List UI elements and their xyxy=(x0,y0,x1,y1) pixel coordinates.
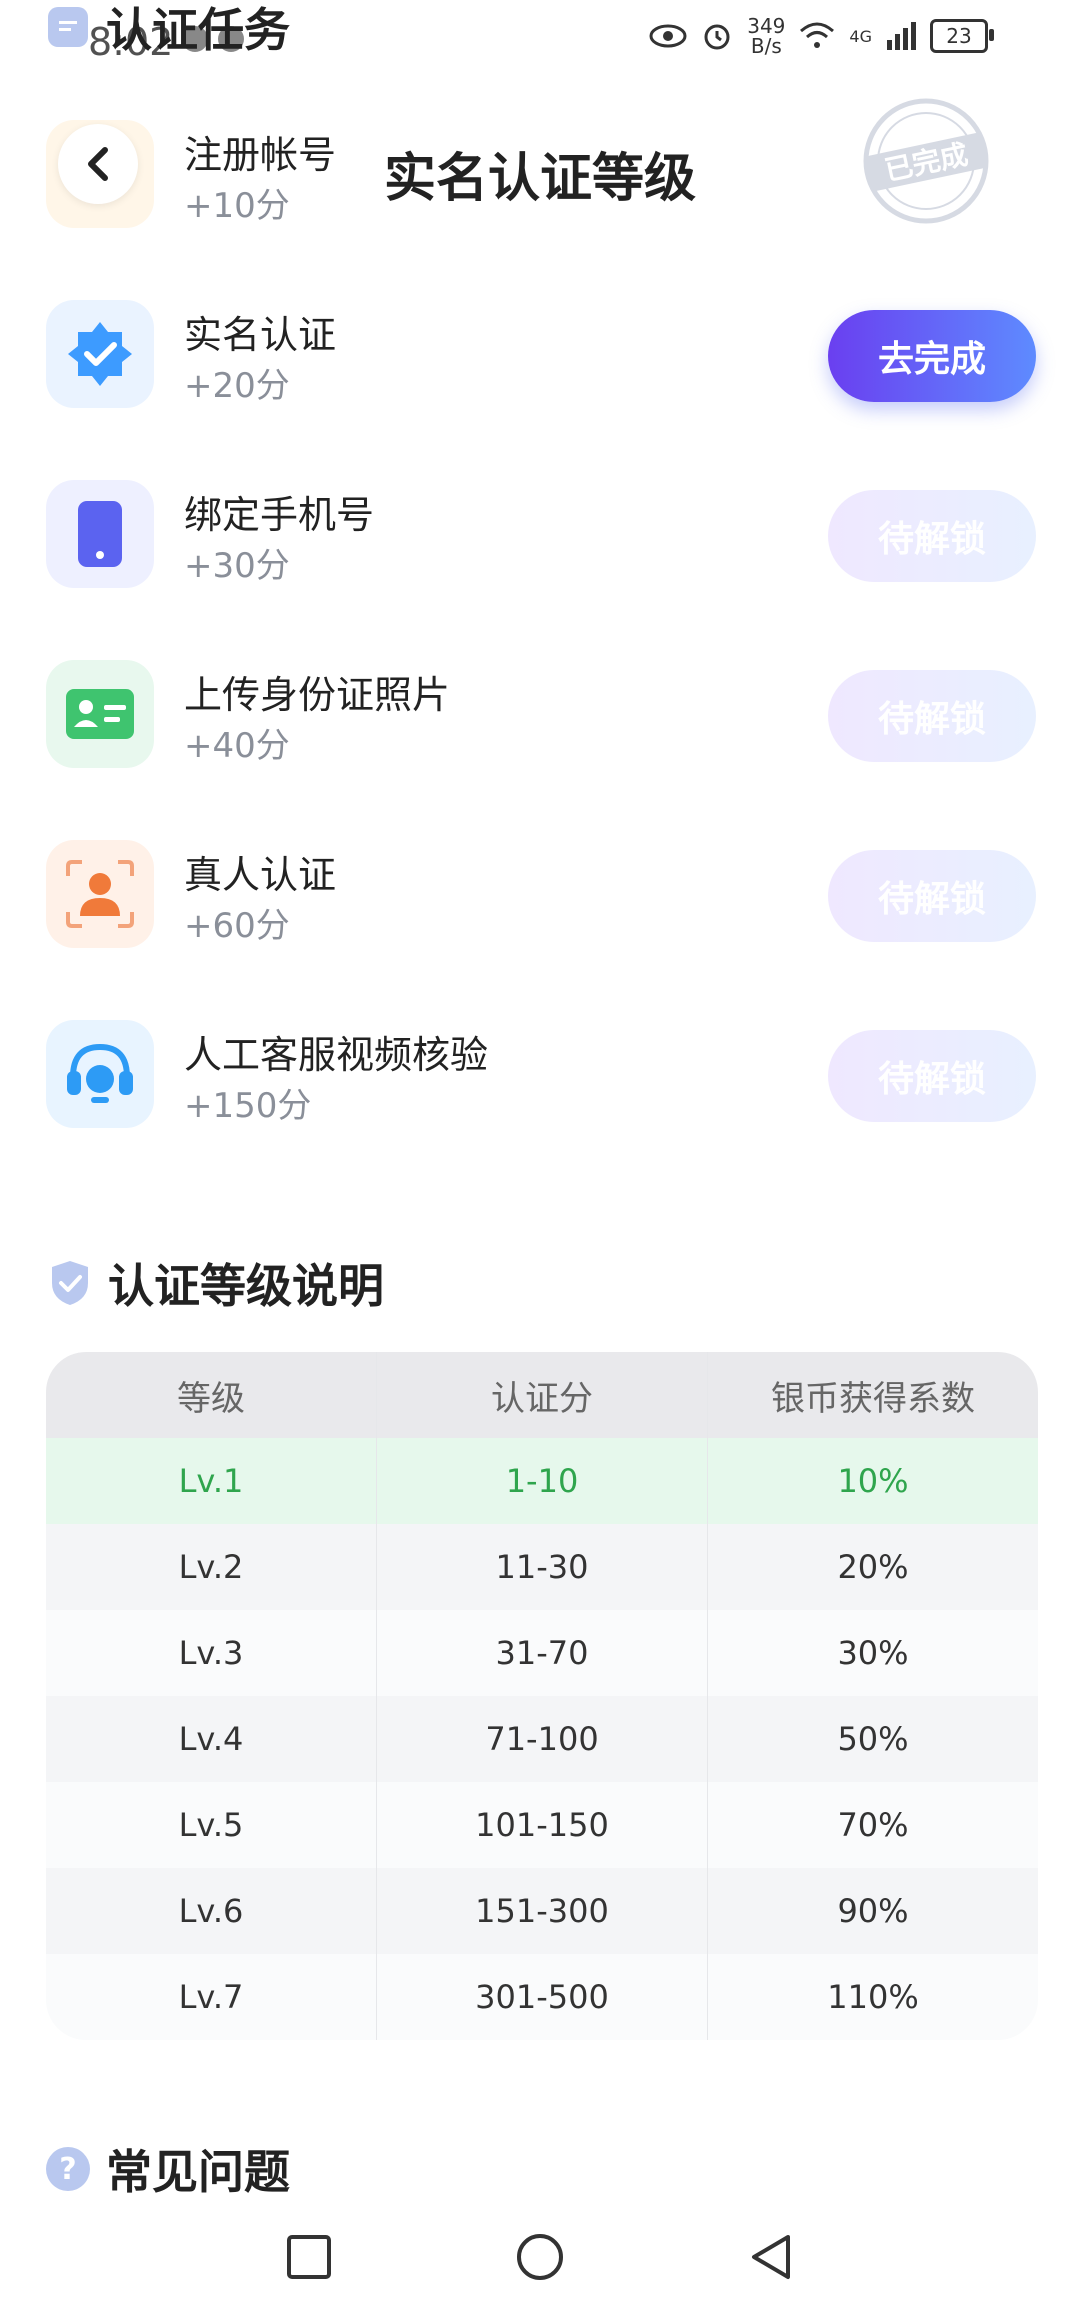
task-name: 注册帐号 xyxy=(184,133,337,177)
table-cell: 101-150 xyxy=(377,1782,708,1868)
task-row-bind-phone: 绑定手机号 +30分 待解锁 xyxy=(0,470,1080,650)
id-card-icon xyxy=(46,660,154,768)
network-type: 4G xyxy=(849,26,872,46)
face-scan-icon xyxy=(46,840,154,948)
table-row: Lv.5 101-150 70% xyxy=(46,1782,1038,1868)
task-row-face-verify: 真人认证 +60分 待解锁 xyxy=(0,830,1080,1010)
navigation-bar xyxy=(0,2200,1080,2312)
phone-icon xyxy=(46,480,154,588)
task-row-video-check: 人工客服视频核验 +150分 待解锁 xyxy=(0,1010,1080,1190)
table-header-row: 等级 认证分 银币获得系数 xyxy=(46,1352,1038,1438)
level-section-header: 认证等级说明 xyxy=(48,1250,384,1316)
table-cell: 151-300 xyxy=(377,1868,708,1954)
table-cell: Lv.1 xyxy=(46,1438,377,1524)
net-speed: 349 B/s xyxy=(747,16,785,56)
table-row: Lv.1 1-10 10% xyxy=(46,1438,1038,1524)
task-row-id-photo: 上传身份证照片 +40分 待解锁 xyxy=(0,650,1080,830)
table-cell: Lv.7 xyxy=(46,1954,377,2040)
locked-task-button[interactable]: 待解锁 xyxy=(828,1030,1036,1122)
table-row: Lv.7 301-500 110% xyxy=(46,1954,1038,2040)
table-row: Lv.3 31-70 30% xyxy=(46,1610,1038,1696)
task-score: +10分 xyxy=(184,186,290,226)
task-score: +40分 xyxy=(184,726,290,766)
question-icon: ? xyxy=(46,2147,90,2191)
complete-task-button[interactable]: 去完成 xyxy=(828,310,1036,402)
wifi-icon xyxy=(800,22,835,48)
table-cell: 50% xyxy=(837,1720,909,1758)
column-header-coefficient: 银币获得系数 xyxy=(771,1378,975,1419)
eye-icon xyxy=(649,24,687,48)
level-section-title: 认证等级说明 xyxy=(108,1259,384,1313)
task-name: 上传身份证照片 xyxy=(184,673,451,717)
back-arrow-icon xyxy=(88,147,108,181)
task-list: 注册帐号 +10分 已完成 实名认证 +20分 去完成 绑定手机号 +30分 待… xyxy=(0,98,1080,1190)
shield-check-icon xyxy=(52,1261,88,1305)
column-header-score: 认证分 xyxy=(377,1352,708,1438)
recent-apps-button[interactable] xyxy=(284,2232,334,2282)
task-score: +60分 xyxy=(184,906,290,946)
task-row-register: 注册帐号 +10分 已完成 xyxy=(0,98,1080,290)
battery-level: 23 xyxy=(946,24,972,48)
locked-task-button[interactable]: 待解锁 xyxy=(828,490,1036,582)
level-table: 等级 认证分 银币获得系数 Lv.1 1-10 10% Lv.2 11-30 2… xyxy=(46,1352,1038,2040)
table-cell: 1-10 xyxy=(377,1438,708,1524)
task-row-realname: 实名认证 +20分 去完成 xyxy=(0,290,1080,470)
tasks-section-header: 认证任务 xyxy=(48,0,290,60)
locked-task-button[interactable]: 待解锁 xyxy=(828,670,1036,762)
table-cell: 30% xyxy=(837,1634,909,1672)
table-cell: 31-70 xyxy=(377,1610,708,1696)
table-cell: 20% xyxy=(837,1548,909,1586)
task-score: +30分 xyxy=(184,546,290,586)
table-cell: 71-100 xyxy=(377,1696,708,1782)
table-row: Lv.4 71-100 50% xyxy=(46,1696,1038,1782)
table-cell: 10% xyxy=(837,1462,909,1500)
tasks-section-title: 认证任务 xyxy=(106,3,290,57)
table-cell: Lv.5 xyxy=(46,1782,377,1868)
net-speed-unit: B/s xyxy=(750,34,782,58)
headset-icon xyxy=(46,1020,154,1128)
table-cell: 11-30 xyxy=(377,1524,708,1610)
table-cell: 90% xyxy=(837,1892,909,1930)
back-nav-button[interactable] xyxy=(746,2232,796,2282)
faq-section-header: ? 常见问题 xyxy=(46,2136,290,2202)
table-cell: Lv.2 xyxy=(46,1524,377,1610)
faq-section-title: 常见问题 xyxy=(106,2145,290,2199)
back-button[interactable] xyxy=(58,124,138,204)
locked-task-button[interactable]: 待解锁 xyxy=(828,850,1036,942)
task-score: +20分 xyxy=(184,366,290,406)
alarm-icon xyxy=(704,24,730,50)
status-icons: 349 B/s 4G 23 xyxy=(649,16,994,56)
table-cell: Lv.6 xyxy=(46,1868,377,1954)
clipboard-icon xyxy=(48,7,88,47)
table-cell: 70% xyxy=(837,1806,909,1844)
verified-badge-icon xyxy=(46,300,154,408)
table-cell: 301-500 xyxy=(377,1954,708,2040)
table-cell: 110% xyxy=(827,1978,919,2016)
table-cell: Lv.3 xyxy=(46,1610,377,1696)
net-speed-value: 349 xyxy=(747,14,786,38)
signal-icon xyxy=(887,22,916,50)
table-row: Lv.2 11-30 20% xyxy=(46,1524,1038,1610)
task-name: 实名认证 xyxy=(184,313,337,357)
task-name: 真人认证 xyxy=(184,853,337,897)
home-button[interactable] xyxy=(515,2232,565,2282)
task-name: 人工客服视频核验 xyxy=(184,1033,489,1077)
table-cell: Lv.4 xyxy=(46,1696,377,1782)
column-header-level: 等级 xyxy=(46,1352,377,1438)
battery-icon: 23 xyxy=(930,19,994,53)
table-row: Lv.6 151-300 90% xyxy=(46,1868,1038,1954)
task-score: +150分 xyxy=(184,1086,312,1126)
completed-stamp: 已完成 xyxy=(863,98,989,224)
task-name: 绑定手机号 xyxy=(184,493,375,537)
